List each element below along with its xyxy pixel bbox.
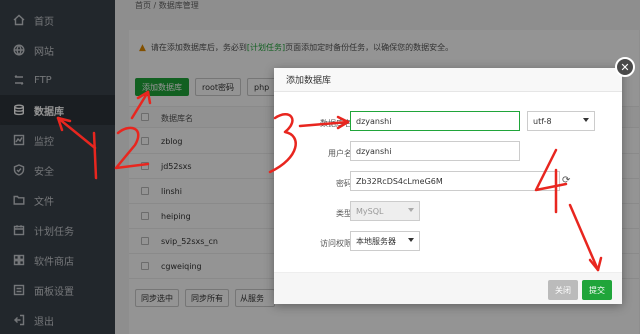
db-name-input[interactable]: dzyanshi bbox=[350, 111, 520, 131]
password-label: 密码 bbox=[336, 179, 352, 188]
refresh-icon[interactable]: ⟳ bbox=[562, 175, 570, 186]
submit-button[interactable]: 提交 bbox=[582, 280, 612, 300]
add-database-dialog: 添加数据库 数据库名 dzyanshi utf-8 用户名 dzyanshi 密… bbox=[274, 68, 622, 304]
charset-value: utf-8 bbox=[533, 116, 552, 126]
chevron-down-icon bbox=[583, 118, 589, 122]
access-value: 本地服务器 bbox=[356, 236, 396, 246]
type-select: MySQL bbox=[350, 201, 420, 221]
dialog-footer: 关闭 提交 bbox=[274, 272, 622, 304]
charset-select[interactable]: utf-8 bbox=[527, 111, 595, 131]
db-name-label: 数据库名 bbox=[320, 119, 352, 128]
close-icon[interactable]: ✕ bbox=[615, 57, 635, 77]
access-label: 访问权限 bbox=[320, 239, 352, 248]
type-value: MySQL bbox=[356, 206, 384, 216]
dialog-title: 添加数据库 bbox=[274, 68, 622, 92]
chevron-down-icon bbox=[408, 238, 414, 242]
username-label: 用户名 bbox=[328, 149, 352, 158]
username-input[interactable]: dzyanshi bbox=[350, 141, 520, 161]
password-input[interactable]: Zb32RcDS4cLmeG6M bbox=[350, 171, 560, 191]
chevron-down-icon bbox=[408, 208, 414, 212]
type-label: 类型 bbox=[336, 209, 352, 218]
close-button[interactable]: 关闭 bbox=[548, 280, 578, 300]
access-select[interactable]: 本地服务器 bbox=[350, 231, 420, 251]
